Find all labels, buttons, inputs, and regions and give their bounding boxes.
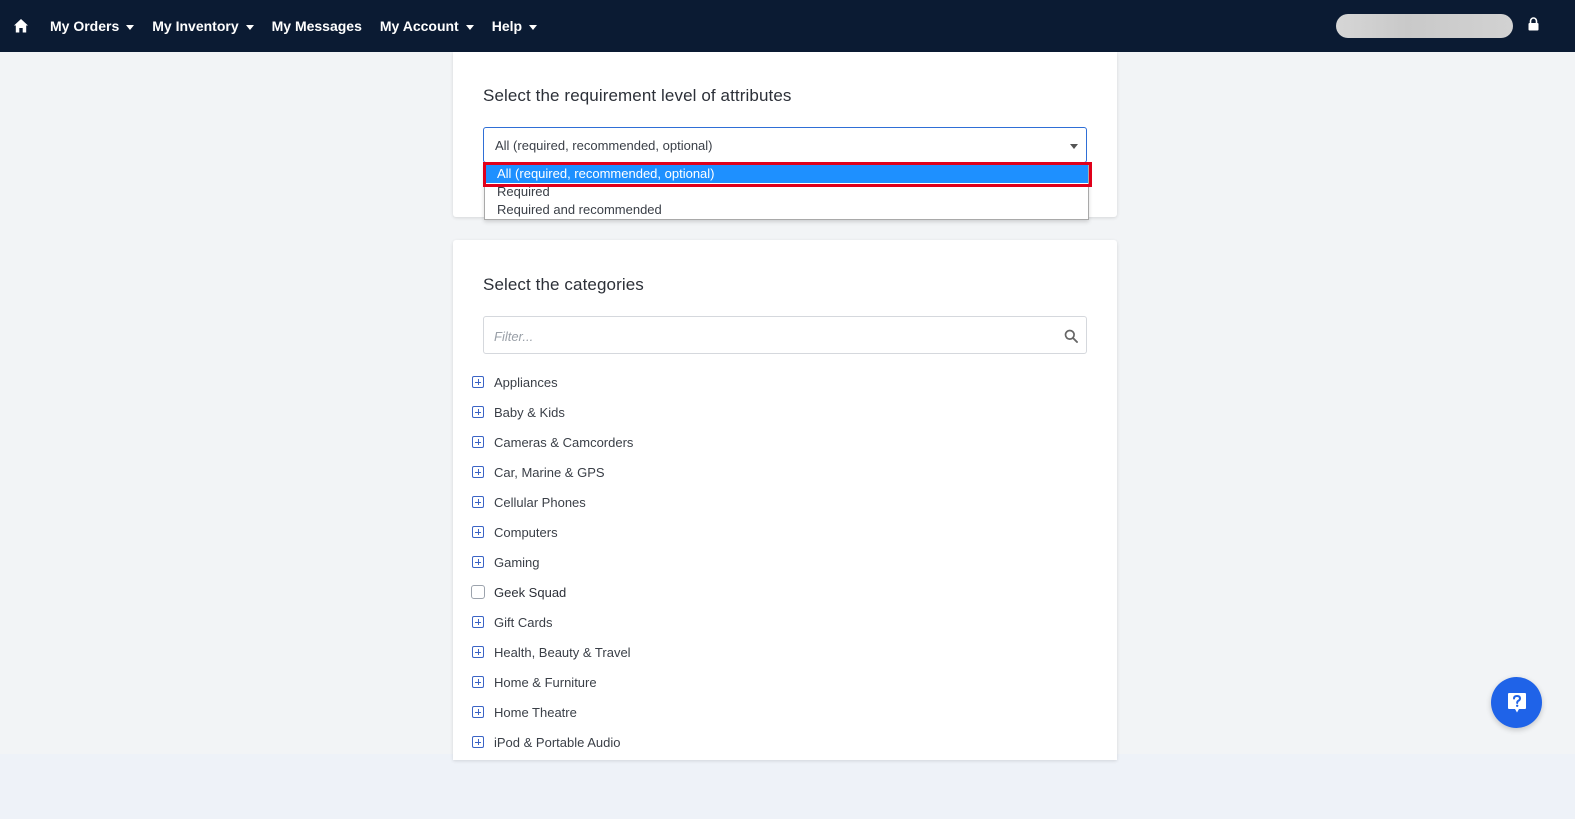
caret-down-icon: [245, 24, 254, 30]
category-label: Baby & Kids: [494, 404, 565, 420]
nav-help[interactable]: Help: [491, 0, 538, 52]
category-item-computers[interactable]: Computers: [472, 522, 558, 542]
category-item-car-marine-gps[interactable]: Car, Marine & GPS: [472, 462, 605, 482]
category-item-home-furniture[interactable]: Home & Furniture: [472, 672, 597, 692]
category-item-home-theatre[interactable]: Home Theatre: [472, 702, 577, 722]
help-button[interactable]: [1491, 677, 1542, 728]
expand-plus-icon[interactable]: [472, 406, 484, 418]
expand-plus-icon[interactable]: [472, 736, 484, 748]
expand-plus-icon[interactable]: [472, 556, 484, 568]
nav-help-label: Help: [491, 18, 523, 34]
home-button[interactable]: [0, 0, 42, 52]
category-item-baby-kids[interactable]: Baby & Kids: [472, 402, 565, 422]
category-label: Cellular Phones: [494, 494, 586, 510]
nav-my-inventory-label: My Inventory: [152, 18, 239, 34]
expand-plus-icon[interactable]: [472, 376, 484, 388]
nav-my-inventory[interactable]: My Inventory: [152, 0, 254, 52]
nav-my-messages-label: My Messages: [271, 18, 362, 34]
category-filter: [483, 316, 1087, 354]
category-item-appliances[interactable]: Appliances: [472, 372, 558, 392]
caret-down-icon: [126, 24, 135, 30]
category-item-gaming[interactable]: Gaming: [472, 552, 540, 572]
category-label: Home Theatre: [494, 704, 577, 720]
category-label: Computers: [494, 524, 558, 540]
category-label: Gift Cards: [494, 614, 553, 630]
category-item-cameras[interactable]: Cameras & Camcorders: [472, 432, 633, 452]
lock-icon: [1528, 17, 1539, 31]
category-label: Health, Beauty & Travel: [494, 644, 631, 660]
expand-plus-icon[interactable]: [472, 436, 484, 448]
expand-plus-icon[interactable]: [472, 706, 484, 718]
requirement-select[interactable]: All (required, recommended, optional): [483, 127, 1087, 163]
category-checkbox[interactable]: [471, 585, 485, 599]
requirement-option-required-recommended[interactable]: Required and recommended: [485, 201, 1088, 219]
caret-down-icon: [465, 24, 474, 30]
category-item-ipod-portable-audio[interactable]: iPod & Portable Audio: [472, 732, 620, 752]
nav-my-account[interactable]: My Account: [380, 0, 474, 52]
expand-plus-icon[interactable]: [472, 466, 484, 478]
nav-my-account-label: My Account: [379, 18, 459, 34]
categories-card: Select the categories Appliances Baby & …: [453, 240, 1117, 760]
category-label: iPod & Portable Audio: [494, 734, 621, 750]
logout-button[interactable]: [1528, 16, 1539, 35]
requirement-title: Select the requirement level of attribut…: [483, 86, 792, 105]
question-icon: [1507, 692, 1526, 712]
category-item-health-beauty-travel[interactable]: Health, Beauty & Travel: [472, 642, 631, 662]
expand-plus-icon[interactable]: [472, 646, 484, 658]
home-icon: [14, 19, 28, 33]
nav-my-messages[interactable]: My Messages: [272, 0, 362, 52]
category-label: Gaming: [494, 554, 540, 570]
chevron-down-icon: [1070, 144, 1078, 149]
category-label: Home & Furniture: [494, 674, 597, 690]
category-label: Geek Squad: [494, 584, 567, 600]
main-content: Select the requirement level of attribut…: [0, 52, 1575, 760]
expand-plus-icon[interactable]: [472, 526, 484, 538]
category-item-cellular-phones[interactable]: Cellular Phones: [472, 492, 586, 512]
top-navbar: My Orders My Inventory My Messages My Ac…: [0, 0, 1575, 52]
categories-title: Select the categories: [483, 275, 644, 294]
nav-my-orders[interactable]: My Orders: [50, 0, 135, 52]
requirement-option-all[interactable]: All (required, recommended, optional): [485, 165, 1088, 183]
expand-plus-icon[interactable]: [472, 616, 484, 628]
category-item-gift-cards[interactable]: Gift Cards: [472, 612, 553, 632]
expand-plus-icon[interactable]: [472, 676, 484, 688]
category-label: Cameras & Camcorders: [494, 434, 634, 450]
category-label: Appliances: [494, 374, 558, 390]
category-filter-input[interactable]: [494, 326, 1054, 346]
requirement-dropdown-list: All (required, recommended, optional) Re…: [484, 163, 1089, 220]
category-label: Car, Marine & GPS: [494, 464, 605, 480]
caret-down-icon: [529, 24, 538, 30]
search-icon[interactable]: [1064, 329, 1078, 343]
nav-my-orders-label: My Orders: [50, 18, 120, 34]
user-account-pill[interactable]: [1336, 14, 1513, 38]
requirement-selected-value: All (required, recommended, optional): [495, 137, 713, 153]
category-item-geek-squad[interactable]: Geek Squad: [471, 582, 567, 602]
expand-plus-icon[interactable]: [472, 496, 484, 508]
requirement-option-required[interactable]: Required: [485, 183, 1088, 201]
